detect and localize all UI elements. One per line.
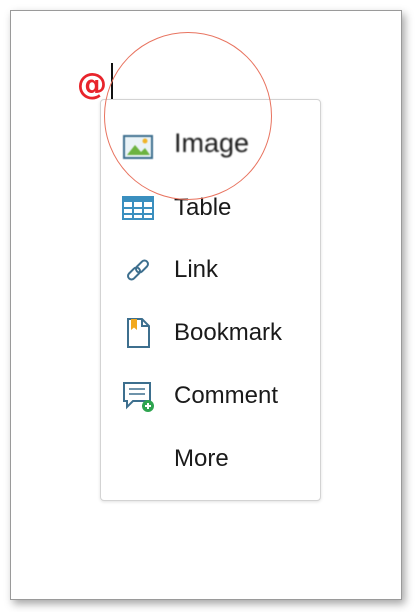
link-icon	[121, 253, 155, 287]
typed-at-sign: @	[77, 67, 107, 102]
comment-icon	[121, 379, 155, 413]
menu-item-label: Image	[174, 128, 250, 158]
menu-item-bookmark[interactable]: Bookmark	[101, 302, 320, 362]
menu-item-label: Comment	[174, 382, 279, 409]
menu-item-label: Bookmark	[174, 319, 283, 346]
bookmark-icon	[121, 316, 155, 350]
menu-item-label: Link	[174, 256, 219, 283]
table-icon	[121, 191, 155, 225]
menu-item-comment[interactable]: Comment	[101, 365, 320, 425]
menu-item-label: More	[174, 445, 229, 472]
menu-item-image[interactable]: Image	[101, 116, 320, 176]
menu-item-label: Table	[174, 194, 232, 221]
menu-item-table[interactable]: Table	[101, 177, 320, 237]
insert-menu: Image Table Link Bookmark Comment More	[100, 99, 321, 501]
menu-item-more[interactable]: More	[101, 428, 320, 488]
menu-item-link[interactable]: Link	[101, 239, 320, 299]
image-icon	[121, 130, 155, 164]
